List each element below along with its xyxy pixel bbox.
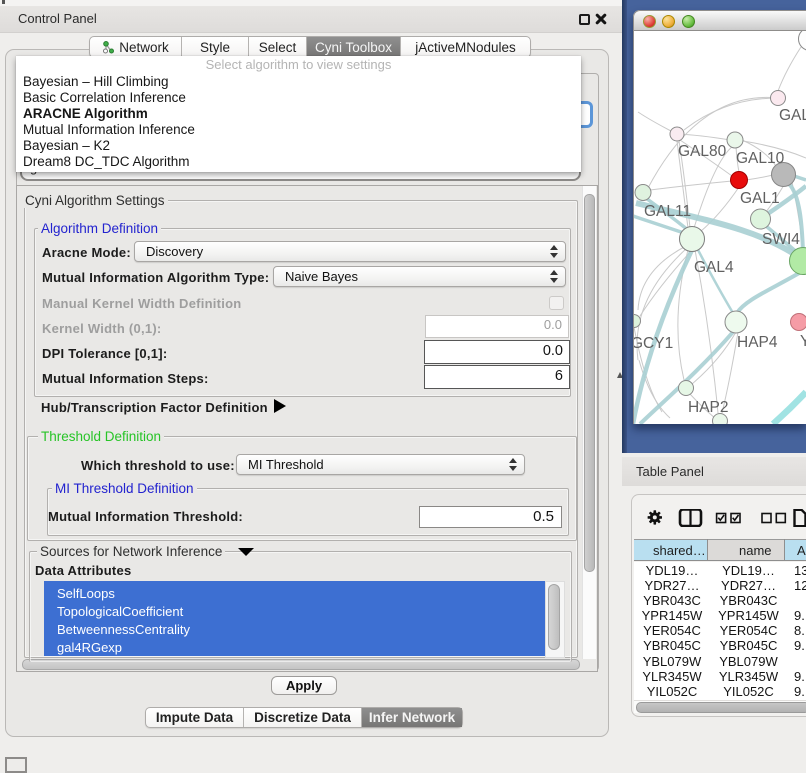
svg-text:HAP2: HAP2 [688,399,729,416]
svg-text:GAL10: GAL10 [736,150,785,167]
svg-text:GCY1: GCY1 [634,335,673,352]
svg-text:SWI4: SWI4 [762,231,800,248]
svg-text:GAL4: GAL4 [694,259,734,276]
svg-text:HAP4: HAP4 [737,334,778,351]
svg-text:GAL1: GAL1 [740,190,780,207]
svg-text:GAL7: GAL7 [779,107,806,124]
svg-text:YL: YL [800,333,806,350]
svg-text:GAL80: GAL80 [678,143,727,160]
svg-text:GAL11: GAL11 [644,203,691,220]
